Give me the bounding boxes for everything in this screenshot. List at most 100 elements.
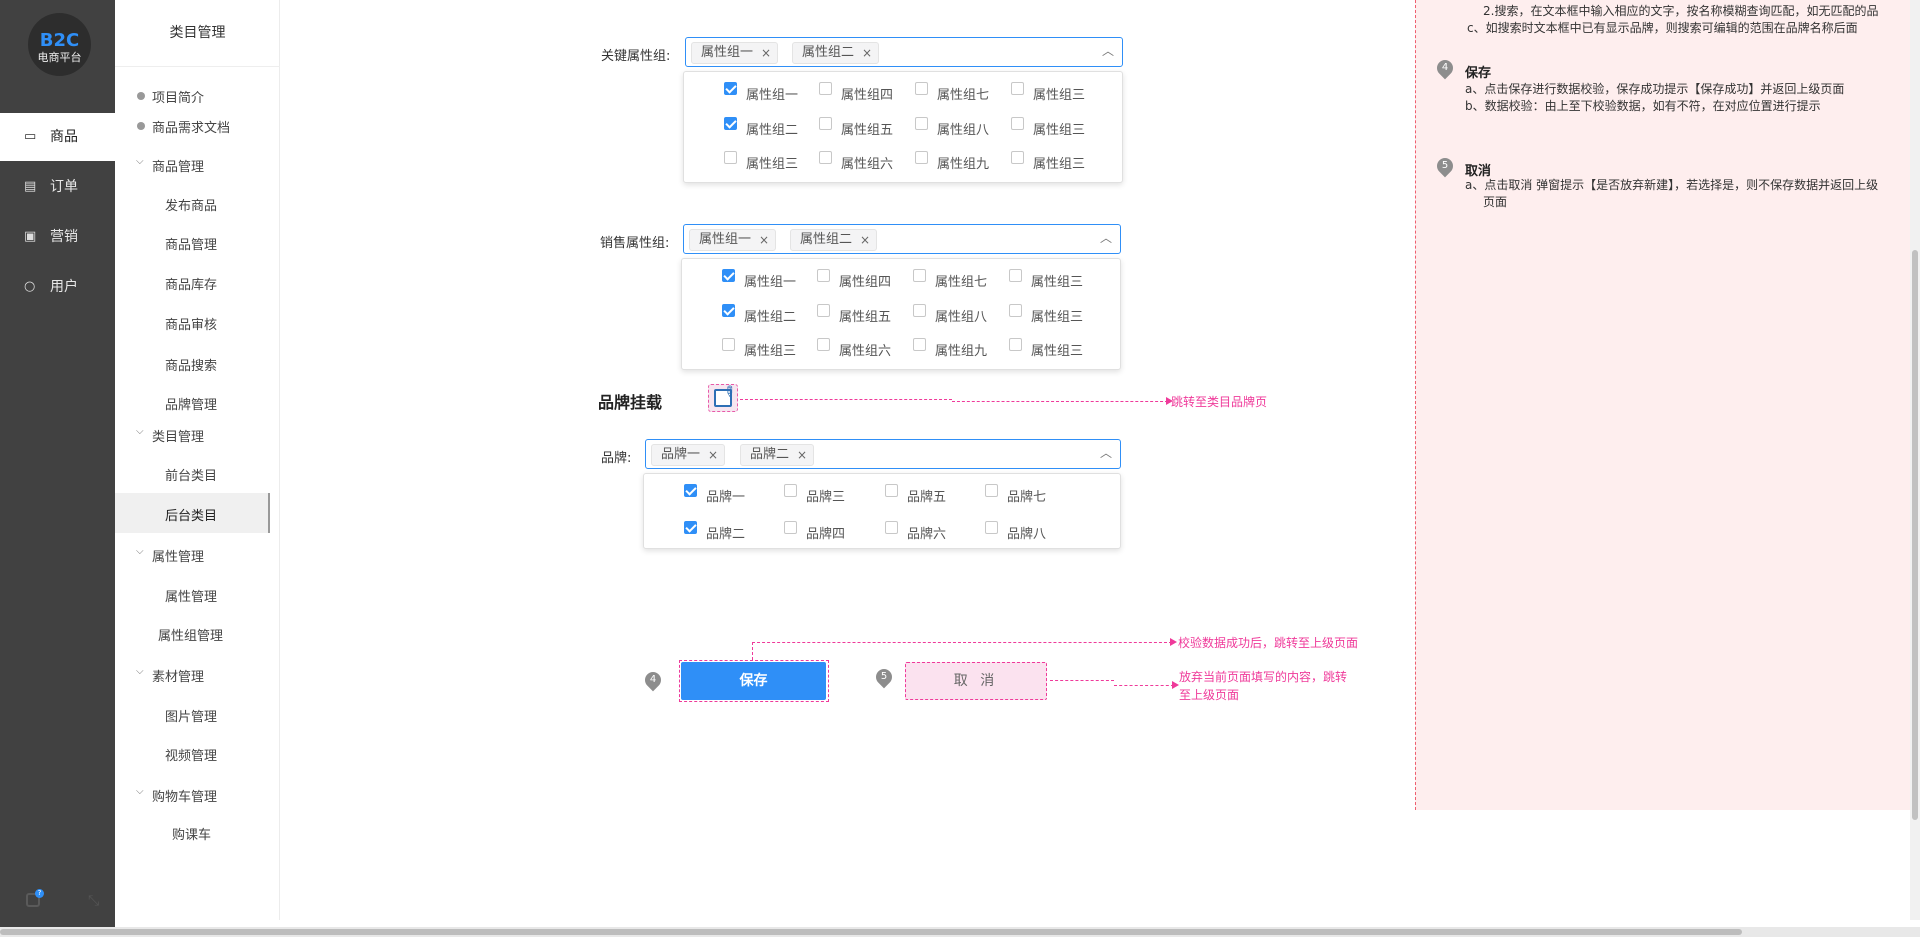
option-label[interactable]: 属性组五	[839, 306, 891, 325]
close-icon[interactable]: ×	[708, 445, 718, 465]
checkbox[interactable]	[722, 338, 735, 351]
option-label[interactable]: 属性组三	[1033, 84, 1085, 103]
checkbox[interactable]	[684, 484, 697, 497]
checkbox[interactable]	[1011, 117, 1024, 130]
checkbox[interactable]	[722, 304, 735, 317]
menu-item-requirements-doc[interactable]: 商品需求文档	[136, 117, 230, 136]
checkbox[interactable]	[724, 82, 737, 95]
option-label[interactable]: 属性组二	[744, 306, 796, 325]
option-label[interactable]: 属性组九	[937, 153, 989, 172]
scrollbar-thumb[interactable]	[1912, 250, 1918, 820]
option-label[interactable]: 属性组四	[841, 84, 893, 103]
checkbox[interactable]	[913, 304, 926, 317]
checkbox[interactable]	[915, 117, 928, 130]
checkbox[interactable]	[915, 151, 928, 164]
close-icon[interactable]: ×	[761, 43, 771, 63]
option-label[interactable]: 属性组七	[937, 84, 989, 103]
checkbox[interactable]	[784, 484, 797, 497]
menu-item-back-category[interactable]: 后台类目	[165, 505, 217, 524]
checkbox[interactable]	[817, 269, 830, 282]
key-attr-select[interactable]: 属性组一 × 属性组二 × ︿	[685, 37, 1123, 67]
checkbox[interactable]	[913, 269, 926, 282]
rail-item-goods[interactable]: ▭ 商品	[0, 113, 115, 161]
checkbox[interactable]	[724, 151, 737, 164]
rail-item-orders[interactable]: ▤ 订单	[0, 163, 115, 211]
menu-item-goods-stock[interactable]: 商品库存	[165, 274, 217, 293]
checkbox[interactable]	[722, 269, 735, 282]
checkbox[interactable]	[885, 521, 898, 534]
rail-item-users[interactable]: ○ 用户	[0, 263, 115, 311]
option-label[interactable]: 属性组四	[839, 271, 891, 290]
close-icon[interactable]: ×	[797, 445, 807, 465]
option-label[interactable]: 属性组一	[744, 271, 796, 290]
option-label[interactable]: 品牌三	[806, 486, 845, 505]
chevron-up-icon[interactable]: ︿	[1102, 42, 1114, 59]
option-label[interactable]: 属性组三	[1031, 306, 1083, 325]
menu-group-material[interactable]: ⌵ 素材管理	[136, 666, 204, 685]
checkbox[interactable]	[913, 338, 926, 351]
option-label[interactable]: 属性组八	[935, 306, 987, 325]
option-label[interactable]: 品牌一	[706, 486, 745, 505]
checkbox[interactable]	[817, 304, 830, 317]
menu-group-category[interactable]: ⌵ 类目管理	[136, 426, 204, 445]
menu-item-goods-manage[interactable]: 商品管理	[165, 234, 217, 253]
option-label[interactable]: 属性组一	[746, 84, 798, 103]
option-label[interactable]: 品牌四	[806, 523, 845, 542]
option-label[interactable]: 属性组三	[1031, 340, 1083, 359]
menu-item-video-manage[interactable]: 视频管理	[165, 745, 217, 764]
menu-item-attribute-group-manage[interactable]: 属性组管理	[158, 625, 223, 644]
menu-item-cart[interactable]: 购课车	[172, 824, 211, 843]
checkbox[interactable]	[1011, 151, 1024, 164]
checkbox[interactable]	[1009, 269, 1022, 282]
checkbox[interactable]	[684, 521, 697, 534]
cancel-button[interactable]: 取 消	[905, 662, 1047, 700]
option-label[interactable]: 品牌二	[706, 523, 745, 542]
option-label[interactable]: 属性组七	[935, 271, 987, 290]
option-label[interactable]: 属性组八	[937, 119, 989, 138]
menu-group-cart[interactable]: ⌵ 购物车管理	[136, 786, 217, 805]
menu-item-project-intro[interactable]: 项目简介	[136, 87, 204, 106]
menu-item-goods-search[interactable]: 商品搜索	[165, 355, 217, 374]
menu-item-image-manage[interactable]: 图片管理	[165, 706, 217, 725]
logo[interactable]: B2C 电商平台	[28, 13, 91, 76]
menu-item-attribute-manage[interactable]: 属性管理	[165, 586, 217, 605]
checkbox[interactable]	[819, 82, 832, 95]
menu-item-brand-manage[interactable]: 品牌管理	[165, 394, 217, 413]
option-label[interactable]: 属性组六	[839, 340, 891, 359]
menu-group-goods[interactable]: ⌵ 商品管理	[136, 156, 204, 175]
option-label[interactable]: 属性组五	[841, 119, 893, 138]
option-label[interactable]: 属性组三	[746, 153, 798, 172]
checkbox[interactable]	[817, 338, 830, 351]
checkbox[interactable]	[1009, 304, 1022, 317]
option-label[interactable]: 属性组三	[1031, 271, 1083, 290]
save-button[interactable]: 保存	[681, 662, 826, 700]
option-label[interactable]: 品牌八	[1007, 523, 1046, 542]
help-icon[interactable]: ?	[26, 889, 44, 907]
menu-group-attribute[interactable]: ⌵ 属性管理	[136, 546, 204, 565]
option-label[interactable]: 属性组三	[1033, 153, 1085, 172]
checkbox[interactable]	[885, 484, 898, 497]
checkbox[interactable]	[985, 484, 998, 497]
chevron-up-icon[interactable]: ︿	[1100, 444, 1112, 461]
checkbox[interactable]	[915, 82, 928, 95]
sale-attr-select[interactable]: 属性组一 × 属性组二 × ︿	[683, 224, 1121, 254]
option-label[interactable]: 品牌五	[907, 486, 946, 505]
horizontal-scrollbar[interactable]	[0, 927, 1920, 937]
checkbox[interactable]	[1009, 338, 1022, 351]
menu-item-publish-goods[interactable]: 发布商品	[165, 195, 217, 214]
checkbox[interactable]	[784, 521, 797, 534]
option-label[interactable]: 属性组九	[935, 340, 987, 359]
checkbox[interactable]	[724, 117, 737, 130]
rail-item-marketing[interactable]: ▣ 营销	[0, 213, 115, 261]
collapse-icon[interactable]: ⤡	[88, 893, 104, 909]
option-label[interactable]: 品牌七	[1007, 486, 1046, 505]
brand-select[interactable]: 品牌一 × 品牌二 × ︿	[645, 439, 1121, 469]
option-label[interactable]: 属性组六	[841, 153, 893, 172]
option-label[interactable]: 属性组二	[746, 119, 798, 138]
checkbox[interactable]	[819, 117, 832, 130]
checkbox[interactable]	[819, 151, 832, 164]
checkbox[interactable]	[985, 521, 998, 534]
option-label[interactable]: 属性组三	[744, 340, 796, 359]
scrollbar-thumb[interactable]	[0, 929, 1742, 935]
option-label[interactable]: 属性组三	[1033, 119, 1085, 138]
